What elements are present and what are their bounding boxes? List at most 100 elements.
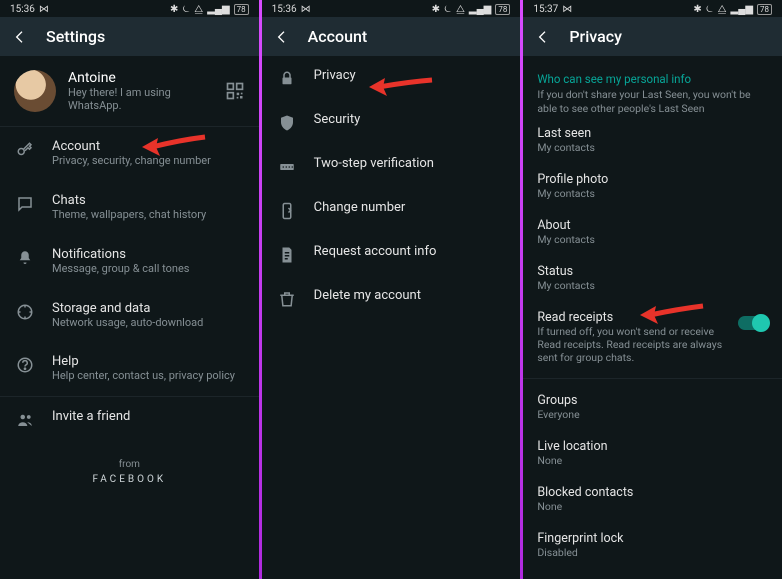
row-profile-photo[interactable]: Profile photoMy contacts bbox=[537, 162, 768, 208]
app-bar: Settings bbox=[0, 17, 259, 56]
page-title: Privacy bbox=[569, 27, 622, 46]
row-sub: My contacts bbox=[537, 141, 768, 154]
status-bar: 15:37⋈ ✱⏾⧋▂▄▆78 bbox=[523, 0, 782, 17]
row-blocked-contacts[interactable]: Blocked contactsNone bbox=[537, 475, 768, 521]
app-bar: Account bbox=[262, 17, 521, 56]
row-title: Chats bbox=[52, 193, 243, 208]
row-sub: Everyone bbox=[537, 408, 768, 421]
pin-icon bbox=[278, 158, 296, 176]
row-sub: Disabled bbox=[537, 546, 768, 559]
row-title: Profile photo bbox=[537, 172, 768, 187]
section-help: If you don't share your Last Seen, you w… bbox=[537, 88, 768, 116]
row-title: Storage and data bbox=[52, 301, 243, 316]
row-fingerprint[interactable]: Fingerprint lockDisabled bbox=[537, 521, 768, 567]
row-title: Two-step verification bbox=[314, 156, 505, 171]
account-list: Privacy Security Two-step verification C… bbox=[262, 56, 521, 320]
row-sub: If turned off, you won't send or receive… bbox=[537, 325, 738, 364]
row-privacy[interactable]: Privacy bbox=[262, 56, 521, 100]
status-indicators: ✱⏾⧋▂▄▆78 bbox=[432, 4, 511, 15]
shield-icon bbox=[278, 114, 296, 132]
profile-row[interactable]: Antoine Hey there! I am using WhatsApp. bbox=[0, 56, 259, 126]
row-title: Account bbox=[52, 139, 243, 154]
row-sub: Message, group & call tones bbox=[52, 262, 243, 277]
footer-facebook: FACEBOOK bbox=[0, 474, 259, 485]
row-two-step[interactable]: Two-step verification bbox=[262, 144, 521, 188]
row-title: Security bbox=[314, 112, 505, 127]
row-change-number[interactable]: Change number bbox=[262, 188, 521, 232]
row-delete-account[interactable]: Delete my account bbox=[262, 276, 521, 320]
row-sub: My contacts bbox=[537, 233, 768, 246]
document-icon bbox=[278, 246, 296, 264]
row-request-info[interactable]: Request account info bbox=[262, 232, 521, 276]
people-icon bbox=[16, 411, 34, 429]
row-sub: None bbox=[537, 500, 768, 513]
row-title: Groups bbox=[537, 393, 768, 408]
page-title: Settings bbox=[46, 27, 105, 46]
lock-icon bbox=[278, 70, 296, 88]
row-sub: None bbox=[537, 454, 768, 467]
back-icon[interactable] bbox=[274, 29, 290, 45]
avatar bbox=[14, 70, 56, 112]
row-chats[interactable]: ChatsTheme, wallpapers, chat history bbox=[0, 181, 259, 235]
status-misc-icon: ⋈ bbox=[301, 4, 311, 15]
row-sub: Privacy, security, change number bbox=[52, 154, 243, 169]
privacy-content: Who can see my personal info If you don'… bbox=[523, 56, 782, 567]
status-time: 15:37 bbox=[533, 4, 558, 15]
row-status[interactable]: StatusMy contacts bbox=[537, 254, 768, 300]
help-icon bbox=[16, 356, 34, 374]
row-invite[interactable]: Invite a friend bbox=[0, 397, 259, 441]
divider bbox=[523, 378, 782, 379]
row-sub: Theme, wallpapers, chat history bbox=[52, 208, 243, 223]
qr-icon[interactable] bbox=[225, 81, 245, 101]
row-title: Change number bbox=[314, 200, 505, 215]
row-help[interactable]: HelpHelp center, contact us, privacy pol… bbox=[0, 342, 259, 396]
row-last-seen[interactable]: Last seenMy contacts bbox=[537, 116, 768, 162]
row-title: Notifications bbox=[52, 247, 243, 262]
settings-list: AccountPrivacy, security, change number … bbox=[0, 127, 259, 441]
phone-swap-icon bbox=[278, 202, 296, 220]
profile-name: Antoine bbox=[68, 70, 213, 86]
chat-icon bbox=[16, 195, 34, 213]
status-time: 15:36 bbox=[272, 4, 297, 15]
row-title: Privacy bbox=[314, 68, 505, 83]
read-receipts-toggle[interactable] bbox=[738, 316, 768, 330]
settings-panel: 15:36 ⋈ ✱⏾⧋▂▄▆78 Settings Antoine Hey the… bbox=[0, 0, 259, 579]
row-title: Status bbox=[537, 264, 768, 279]
row-sub: Network usage, auto-download bbox=[52, 316, 243, 331]
footer-from: from bbox=[0, 459, 259, 470]
data-icon bbox=[16, 303, 34, 321]
row-storage[interactable]: Storage and dataNetwork usage, auto-down… bbox=[0, 289, 259, 343]
row-read-receipts[interactable]: Read receipts If turned off, you won't s… bbox=[537, 300, 768, 372]
back-icon[interactable] bbox=[535, 29, 551, 45]
bell-icon bbox=[16, 249, 34, 267]
status-misc-icon: ⋈ bbox=[39, 4, 49, 15]
row-title: Live location bbox=[537, 439, 768, 454]
back-icon[interactable] bbox=[12, 29, 28, 45]
row-about[interactable]: AboutMy contacts bbox=[537, 208, 768, 254]
row-title: About bbox=[537, 218, 768, 233]
row-title: Help bbox=[52, 354, 243, 369]
row-sub: My contacts bbox=[537, 187, 768, 200]
section-heading: Who can see my personal info bbox=[537, 72, 768, 86]
privacy-panel: 15:37⋈ ✱⏾⧋▂▄▆78 Privacy Who can see my p… bbox=[523, 0, 782, 579]
profile-status: Hey there! I am using WhatsApp. bbox=[68, 86, 213, 112]
row-title: Read receipts bbox=[537, 310, 738, 325]
row-title: Invite a friend bbox=[52, 409, 243, 424]
row-sub: My contacts bbox=[537, 279, 768, 292]
row-account[interactable]: AccountPrivacy, security, change number bbox=[0, 127, 259, 181]
status-indicators: ✱⏾⧋▂▄▆78 bbox=[170, 4, 249, 15]
status-bar: 15:36 ⋈ ✱⏾⧋▂▄▆78 bbox=[262, 0, 521, 17]
account-panel: 15:36 ⋈ ✱⏾⧋▂▄▆78 Account Privacy Security… bbox=[262, 0, 521, 579]
status-indicators: ✱⏾⧋▂▄▆78 bbox=[693, 4, 772, 15]
row-title: Last seen bbox=[537, 126, 768, 141]
row-sub: Help center, contact us, privacy policy bbox=[52, 369, 243, 384]
row-live-location[interactable]: Live locationNone bbox=[537, 429, 768, 475]
trash-icon bbox=[278, 290, 296, 308]
row-title: Delete my account bbox=[314, 288, 505, 303]
status-bar: 15:36 ⋈ ✱⏾⧋▂▄▆78 bbox=[0, 0, 259, 17]
status-time: 15:36 bbox=[10, 4, 35, 15]
row-groups[interactable]: GroupsEveryone bbox=[537, 383, 768, 429]
row-notifications[interactable]: NotificationsMessage, group & call tones bbox=[0, 235, 259, 289]
row-security[interactable]: Security bbox=[262, 100, 521, 144]
app-bar: Privacy bbox=[523, 17, 782, 56]
